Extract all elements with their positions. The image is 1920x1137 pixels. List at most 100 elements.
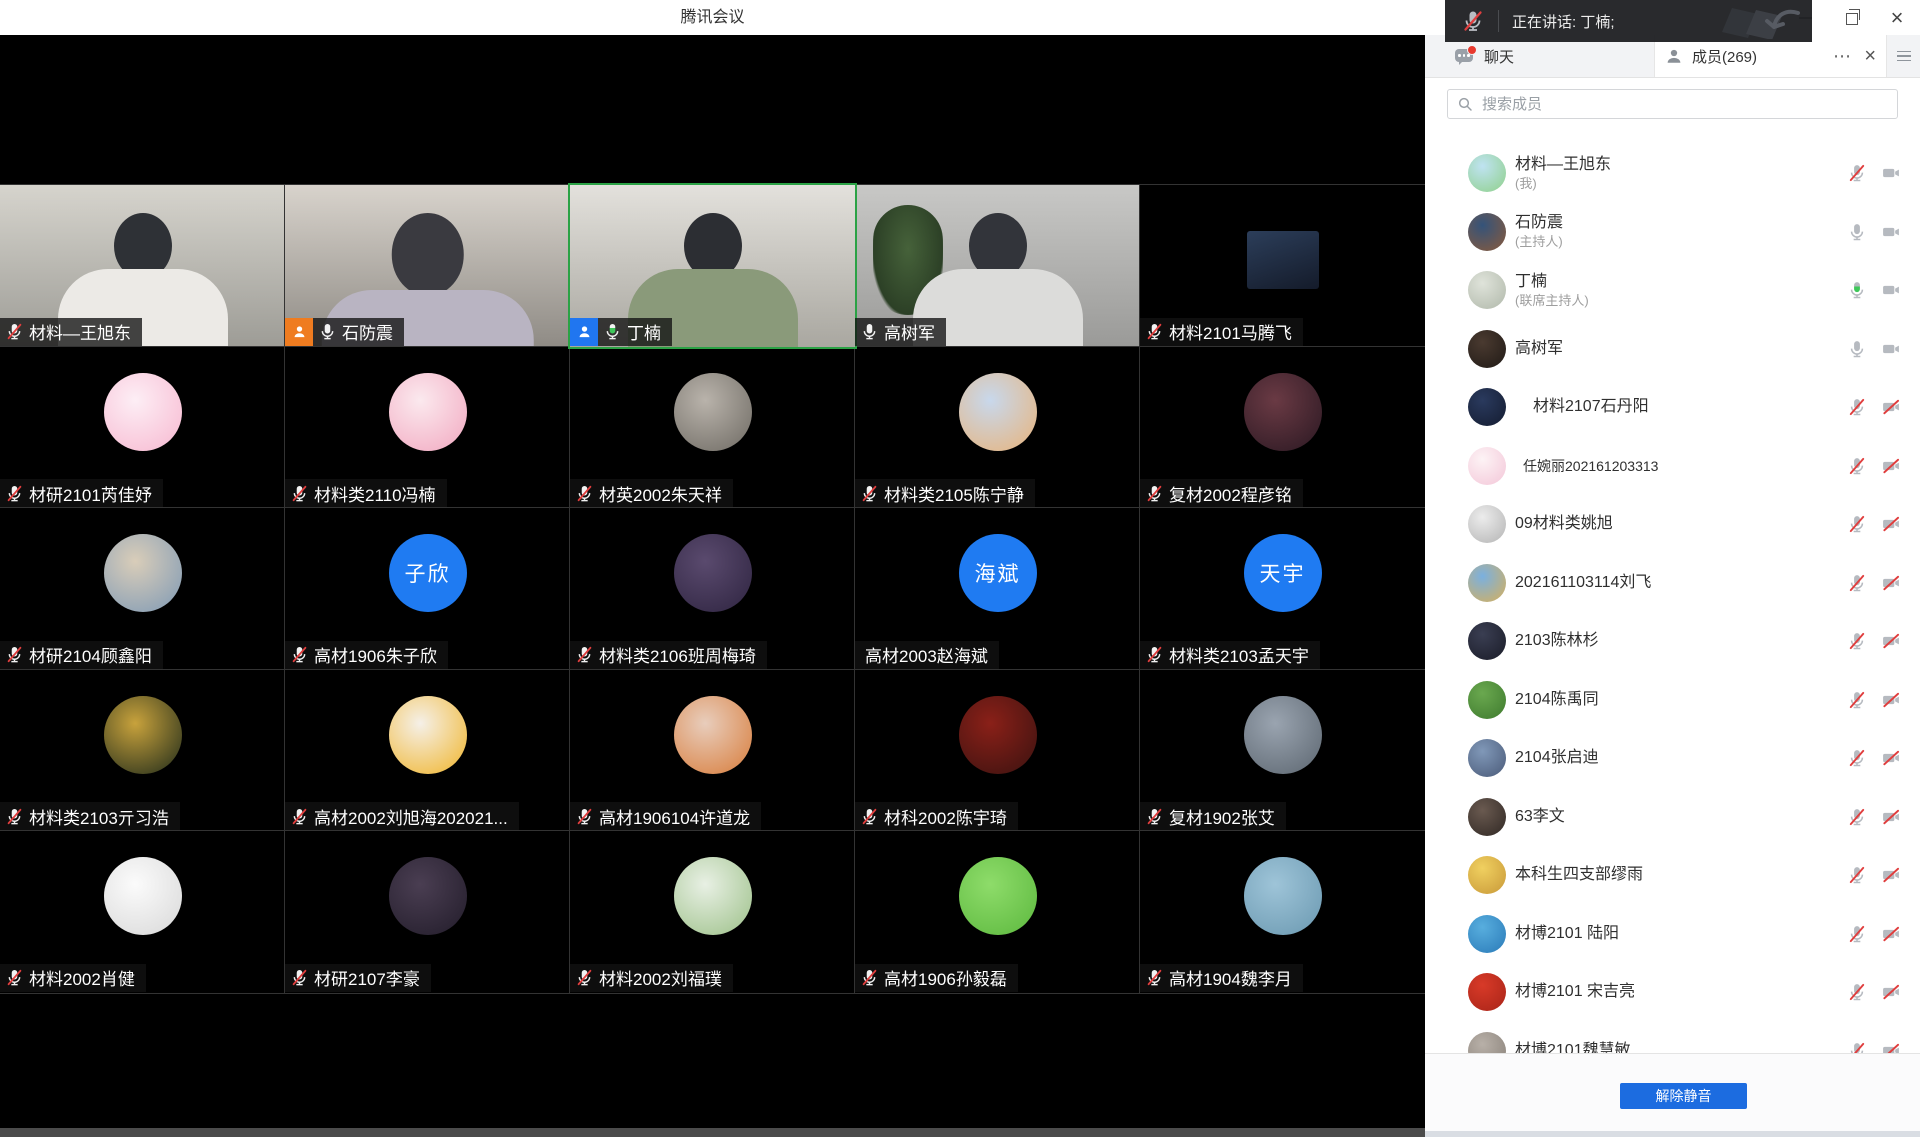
participant-name: 高材2002刘旭海202021... — [314, 804, 508, 829]
video-tile[interactable]: 材料类2110冯楠 — [285, 347, 570, 509]
camera-off-icon[interactable] — [1881, 573, 1901, 593]
camera-off-icon[interactable] — [1881, 690, 1901, 710]
mic-muted-icon[interactable] — [1847, 456, 1867, 476]
participant-name: 材料2002肖健 — [29, 965, 135, 990]
member-row[interactable]: 材博2101 宋吉亮 — [1425, 963, 1920, 1022]
video-tile[interactable]: 高材1906孙毅磊 — [855, 831, 1140, 993]
camera-off-icon[interactable] — [1881, 631, 1901, 651]
video-tile[interactable]: 材料类2106班周梅琦 — [570, 508, 855, 670]
restore-button[interactable] — [1828, 0, 1874, 35]
member-name: 材料—王旭东 — [1515, 155, 1611, 175]
member-row[interactable]: 本科生四支部缪雨 — [1425, 846, 1920, 905]
video-tile[interactable]: 材料2002肖健 — [0, 831, 285, 993]
mic-muted-icon[interactable] — [1847, 631, 1867, 651]
person-silhouette-head — [391, 213, 464, 296]
video-tile[interactable]: 复材2002程彦铭 — [1140, 347, 1425, 509]
mic-on-icon[interactable] — [1847, 222, 1867, 242]
mic-muted-icon[interactable] — [1847, 865, 1867, 885]
video-tile[interactable]: 高材1906104许道龙 — [570, 670, 855, 832]
member-row[interactable]: 材料—王旭东(我) — [1425, 144, 1920, 203]
member-row[interactable]: 2104陈禹同 — [1425, 671, 1920, 730]
camera-off-icon[interactable] — [1881, 865, 1901, 885]
member-avatar — [1468, 622, 1506, 660]
window-title: 腾讯会议 — [0, 0, 1425, 35]
tab-chat-label: 聊天 — [1484, 46, 1514, 67]
participant-name-label: 复材2002程彦铭 — [1140, 479, 1303, 507]
mic-muted-icon[interactable] — [1461, 9, 1485, 33]
video-tile[interactable]: 石防震 — [285, 185, 570, 347]
member-row[interactable]: 2104张启迪 — [1425, 729, 1920, 788]
window-bottom-edge — [0, 1128, 1425, 1137]
camera-off-icon[interactable] — [1881, 514, 1901, 534]
mic-on-icon[interactable] — [1847, 339, 1867, 359]
more-button[interactable]: ⋯ — [1833, 35, 1852, 78]
unmute-button[interactable]: 解除静音 — [1620, 1083, 1747, 1109]
video-tile[interactable]: 材料类2103亓习浩 — [0, 670, 285, 832]
member-row[interactable]: 任婉丽202161203313 — [1425, 437, 1920, 496]
video-tile[interactable]: 高材1904魏李月 — [1140, 831, 1425, 993]
camera-off-icon[interactable] — [1881, 456, 1901, 476]
video-tile[interactable]: 材料类2105陈宁静 — [855, 347, 1140, 509]
camera-on-icon[interactable] — [1881, 280, 1901, 300]
video-tile[interactable]: 天宇 材料类2103孟天宇 — [1140, 508, 1425, 670]
video-tile[interactable]: 丁楠 — [570, 185, 855, 347]
video-tile[interactable]: 材研2107李豪 — [285, 831, 570, 993]
mic-muted-icon[interactable] — [1847, 690, 1867, 710]
video-tile[interactable]: 材英2002朱天祥 — [570, 347, 855, 509]
member-row[interactable]: 09材料类姚旭 — [1425, 495, 1920, 554]
camera-on-icon[interactable] — [1881, 163, 1901, 183]
mic-muted-icon[interactable] — [1847, 924, 1867, 944]
mic-muted-icon[interactable] — [1847, 982, 1867, 1002]
mic-muted-icon[interactable] — [1847, 748, 1867, 768]
search-input[interactable] — [1480, 95, 1888, 114]
member-row[interactable]: 石防震(主持人) — [1425, 203, 1920, 262]
mic-muted-icon[interactable] — [1847, 397, 1867, 417]
member-avatar — [1468, 973, 1506, 1011]
camera-off-icon[interactable] — [1881, 924, 1901, 944]
camera-off-icon[interactable] — [1881, 748, 1901, 768]
member-avatar — [1468, 213, 1506, 251]
mic-muted-icon — [290, 968, 309, 987]
search-box[interactable] — [1447, 89, 1898, 119]
panel-close-button[interactable]: × — [1864, 35, 1876, 78]
close-button[interactable]: × — [1874, 0, 1920, 35]
member-name: 丁楠 — [1515, 272, 1589, 292]
video-tile[interactable]: 材料2002刘福璞 — [570, 831, 855, 993]
video-tile[interactable]: 高材2002刘旭海202021... — [285, 670, 570, 832]
member-row[interactable]: 材博2101 陆阳 — [1425, 905, 1920, 964]
camera-on-icon[interactable] — [1881, 222, 1901, 242]
camera-off-icon[interactable] — [1881, 982, 1901, 1002]
members-panel: 聊天 成员(269) ⋯ × 材料—王 — [1425, 35, 1920, 1137]
member-row[interactable]: 2103陈林杉 — [1425, 612, 1920, 671]
mic-muted-icon[interactable] — [1847, 807, 1867, 827]
mic-muted-icon[interactable] — [1847, 514, 1867, 534]
video-tile[interactable]: 材料—王旭东 — [0, 185, 285, 347]
mic-speaking-icon[interactable] — [1847, 280, 1867, 300]
participant-name-label: 材研2104顾鑫阳 — [0, 641, 163, 669]
camera-on-icon[interactable] — [1881, 339, 1901, 359]
member-name: 材料2107石丹阳 — [1515, 397, 1649, 417]
panel-footer: 解除静音 — [1425, 1053, 1920, 1137]
video-tile[interactable]: 材料2101马腾飞 — [1140, 185, 1425, 347]
member-row[interactable]: 202161103114刘飞 — [1425, 554, 1920, 613]
panel-menu-button[interactable] — [1886, 35, 1920, 77]
participant-name: 材研2104顾鑫阳 — [29, 642, 152, 667]
camera-off-icon[interactable] — [1881, 807, 1901, 827]
member-row[interactable]: 丁楠(联席主持人) — [1425, 261, 1920, 320]
video-tile[interactable]: 海斌高材2003赵海斌 — [855, 508, 1140, 670]
mic-muted-icon[interactable] — [1847, 573, 1867, 593]
video-tile[interactable]: 材研2101芮佳妤 — [0, 347, 285, 509]
member-avatar — [1468, 271, 1506, 309]
video-tile[interactable]: 复材1902张艾 — [1140, 670, 1425, 832]
participant-name: 高材1906104许道龙 — [599, 804, 750, 829]
video-tile[interactable]: 高树军 — [855, 185, 1140, 347]
camera-off-icon[interactable] — [1881, 397, 1901, 417]
mic-muted-icon[interactable] — [1847, 163, 1867, 183]
member-row[interactable]: 63李文 — [1425, 788, 1920, 847]
mic-muted-icon — [860, 484, 879, 503]
member-row[interactable]: 高树军 — [1425, 320, 1920, 379]
video-tile[interactable]: 材研2104顾鑫阳 — [0, 508, 285, 670]
video-tile[interactable]: 子欣 高材1906朱子欣 — [285, 508, 570, 670]
member-row[interactable]: 材料2107石丹阳 — [1425, 378, 1920, 437]
video-tile[interactable]: 材科2002陈宇琦 — [855, 670, 1140, 832]
